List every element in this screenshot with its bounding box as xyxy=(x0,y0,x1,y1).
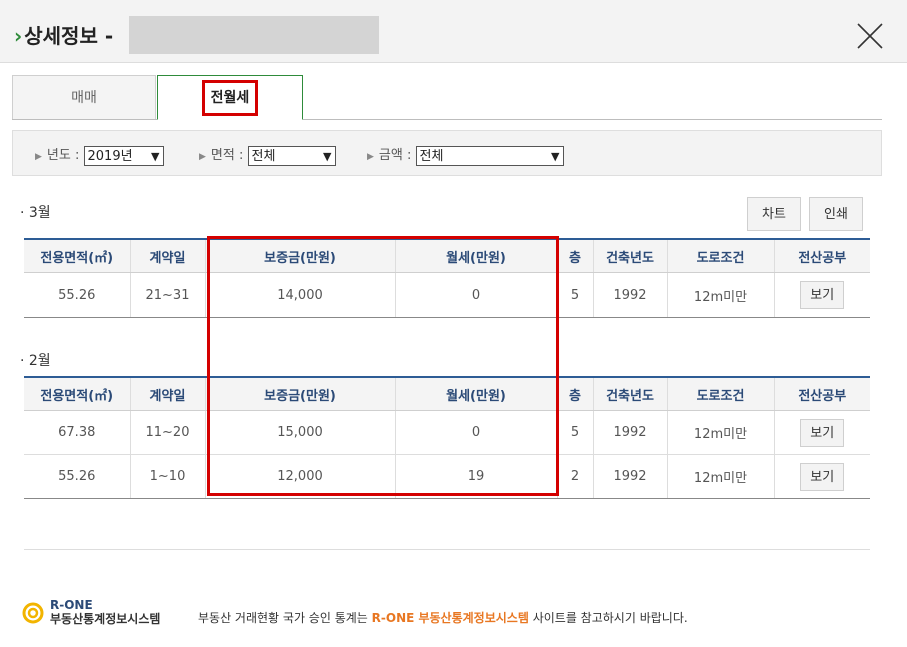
logo-name: R-ONE xyxy=(50,598,93,612)
column-header: 층 xyxy=(556,376,593,411)
column-header: 전산공부 xyxy=(773,238,870,273)
triangle-right-icon: ▶ xyxy=(367,152,374,162)
view-button[interactable]: 보기 xyxy=(800,462,845,491)
cell-floor: 5 xyxy=(556,272,593,318)
column-header: 전산공부 xyxy=(773,376,870,411)
lease-table-march: 전용면적(㎡) 계약일 보증금(만원) 월세(만원) 층 건축년도 도로조건 전… xyxy=(24,238,870,318)
cell-floor: 2 xyxy=(556,454,593,499)
amount-select[interactable]: 전체 ▼ xyxy=(415,145,564,166)
cell-road: 12m미만 xyxy=(666,272,774,318)
column-header: 전용면적(㎡) xyxy=(24,238,130,273)
filter-area-label: 면적 : xyxy=(210,148,244,163)
triangle-right-icon: ▶ xyxy=(199,152,206,162)
dialog-title-text: 상세정보 - xyxy=(24,24,114,48)
column-header: 보증금(만원) xyxy=(204,238,395,273)
tab-bar: 매매 전월세 xyxy=(12,75,882,120)
section-month-heading: · 2월 xyxy=(20,353,51,369)
view-button[interactable]: 보기 xyxy=(800,418,845,447)
cell-deposit: 15,000 xyxy=(204,410,395,455)
r-one-link[interactable]: R-ONE 부동산통계정보시스템 xyxy=(372,611,529,625)
lease-table-february: 전용면적(㎡) 계약일 보증금(만원) 월세(만원) 층 건축년도 도로조건 전… xyxy=(24,376,870,499)
cell-year: 1992 xyxy=(592,410,667,455)
year-select[interactable]: 2019년 ▼ xyxy=(83,145,164,166)
close-icon[interactable] xyxy=(856,22,884,50)
chevron-right-icon: › xyxy=(14,24,23,48)
cell-area: 55.26 xyxy=(24,272,130,318)
cell-view: 보기 xyxy=(773,454,870,499)
chevron-down-icon: ▼ xyxy=(551,149,560,163)
cell-view: 보기 xyxy=(773,272,870,318)
redacted-title-area xyxy=(129,16,379,54)
print-button[interactable]: 인쇄 xyxy=(809,197,863,231)
chevron-down-icon: ▼ xyxy=(323,149,332,163)
table-header-row: 전용면적(㎡) 계약일 보증금(만원) 월세(만원) 층 건축년도 도로조건 전… xyxy=(24,238,870,273)
cell-road: 12m미만 xyxy=(666,454,774,499)
table-header-row: 전용면적(㎡) 계약일 보증금(만원) 월세(만원) 층 건축년도 도로조건 전… xyxy=(24,376,870,411)
footer-text: 부동산 거래현황 국가 승인 통계는 xyxy=(198,611,372,625)
cell-rent: 0 xyxy=(394,272,557,318)
column-header: 도로조건 xyxy=(666,238,774,273)
year-select-value: 2019년 xyxy=(87,148,133,164)
cell-date: 21~31 xyxy=(129,272,205,318)
cell-date: 11~20 xyxy=(129,410,205,455)
column-header: 층 xyxy=(556,238,593,273)
column-header: 도로조건 xyxy=(666,376,774,411)
tab-sale-label: 매매 xyxy=(71,90,97,106)
column-header: 계약일 xyxy=(129,376,205,411)
chart-button[interactable]: 차트 xyxy=(747,197,801,231)
cell-year: 1992 xyxy=(592,272,667,318)
filter-amount: ▶ 금액 : 전체 ▼ xyxy=(367,144,564,166)
cell-deposit: 12,000 xyxy=(204,454,395,499)
column-header: 보증금(만원) xyxy=(204,376,395,411)
view-button[interactable]: 보기 xyxy=(800,281,845,309)
column-header: 계약일 xyxy=(129,238,205,273)
filter-area: ▶ 면적 : 전체 ▼ xyxy=(199,144,336,166)
dialog-header: › 상세정보 - xyxy=(0,0,907,63)
filter-year-label: 년도 : xyxy=(46,148,80,163)
cell-area: 55.26 xyxy=(24,454,130,499)
column-header: 전용면적(㎡) xyxy=(24,376,130,411)
tab-sale[interactable]: 매매 xyxy=(12,75,156,119)
column-header: 월세(만원) xyxy=(394,376,557,411)
area-select[interactable]: 전체 ▼ xyxy=(247,145,336,166)
amount-select-value: 전체 xyxy=(419,148,444,164)
tab-lease[interactable]: 전월세 xyxy=(157,75,303,120)
r-one-logo-icon xyxy=(22,602,44,624)
table-row: 55.26 21~31 14,000 0 5 1992 12m미만 보기 xyxy=(24,272,870,318)
cell-year: 1992 xyxy=(592,454,667,499)
cell-deposit: 14,000 xyxy=(204,272,395,318)
cell-date: 1~10 xyxy=(129,454,205,499)
divider xyxy=(24,549,870,550)
table-row: 55.26 1~10 12,000 19 2 1992 12m미만 보기 xyxy=(24,454,870,499)
area-select-value: 전체 xyxy=(251,148,276,164)
dialog-title: › 상세정보 - xyxy=(14,20,113,49)
cell-view: 보기 xyxy=(773,410,870,455)
table-row: 67.38 11~20 15,000 0 5 1992 12m미만 보기 xyxy=(24,410,870,455)
column-header: 월세(만원) xyxy=(394,238,557,273)
cell-area: 67.38 xyxy=(24,410,130,455)
filter-amount-label: 금액 : xyxy=(378,148,412,163)
tab-lease-label: 전월세 xyxy=(201,80,259,116)
cell-rent: 19 xyxy=(394,454,557,499)
column-header: 건축년도 xyxy=(592,238,667,273)
footer-notice: 부동산 거래현황 국가 승인 통계는 R-ONE 부동산통계정보시스템 사이트를… xyxy=(198,609,688,626)
logo-subtitle: 부동산통계정보시스템 xyxy=(50,612,161,626)
filter-bar: ▶ 년도 : 2019년 ▼ ▶ 면적 : 전체 ▼ ▶ 금액 : 전체 ▼ xyxy=(12,130,882,176)
cell-floor: 5 xyxy=(556,410,593,455)
triangle-right-icon: ▶ xyxy=(35,152,42,162)
cell-rent: 0 xyxy=(394,410,557,455)
cell-road: 12m미만 xyxy=(666,410,774,455)
footer: R-ONE 부동산통계정보시스템 부동산 거래현황 국가 승인 통계는 R-ON… xyxy=(22,598,882,634)
footer-text: 사이트를 참고하시기 바랍니다. xyxy=(528,611,688,625)
column-header: 건축년도 xyxy=(592,376,667,411)
chevron-down-icon: ▼ xyxy=(151,149,160,163)
section-month-heading: · 3월 xyxy=(20,205,51,221)
filter-year: ▶ 년도 : 2019년 ▼ xyxy=(35,144,164,166)
